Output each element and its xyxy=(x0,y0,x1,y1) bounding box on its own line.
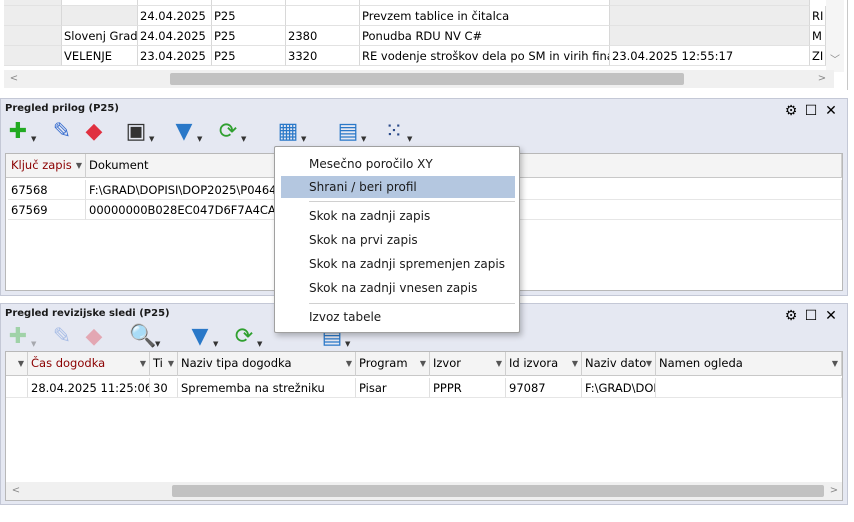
table-row[interactable]: 24.04.2025 P25 Prevzem tablice in čitalc… xyxy=(4,6,844,26)
gear-icon[interactable]: ⚙ xyxy=(781,103,801,119)
top-grid-area: 24.04.2025 P25 Prevzem tablice in čitalc… xyxy=(0,0,848,90)
filter-button[interactable]: ▼ ▼ xyxy=(169,117,205,147)
refresh-button[interactable]: ⟳ ▼ xyxy=(213,117,249,147)
menu-separator xyxy=(309,201,515,202)
top-horizontal-scrollbar[interactable]: < > xyxy=(4,70,834,88)
column-header[interactable]: Id izvora ▼ xyxy=(506,352,582,376)
add-button[interactable]: ✚ ▼ xyxy=(3,117,39,147)
column-header[interactable]: Namen ogleda ▼ xyxy=(656,352,842,376)
menu-separator xyxy=(309,303,515,304)
table-add-icon: ▦ xyxy=(277,119,299,144)
apps-button[interactable]: ⁙ ▼ xyxy=(379,117,415,147)
revizija-horizontal-scrollbar[interactable]: < > xyxy=(6,482,842,500)
table-row[interactable]: VELENJE 23.04.2025 P25 3320 RE vodenje s… xyxy=(4,46,844,66)
add-button[interactable]: ✚ ▼ xyxy=(3,322,39,352)
maximize-icon[interactable]: ☐ xyxy=(801,103,821,119)
refresh-icon: ⟳ xyxy=(234,324,254,349)
revizija-grid: ▼ Čas dogodka ▼ Ti ▼ Naziv tipa dogodka ▼ P… xyxy=(5,351,843,501)
funnel-icon: ▼ xyxy=(175,119,193,144)
plus-icon: ✚ xyxy=(8,324,28,349)
scroll-thumb[interactable] xyxy=(172,485,824,497)
menu-item-skok-vnesen[interactable]: Skok na zadnji vnesen zapis xyxy=(281,277,515,299)
scroll-thumb[interactable] xyxy=(170,73,684,85)
close-icon[interactable]: ✕ xyxy=(821,308,841,324)
context-menu: Mesečno poročilo XY Shrani / beri profil… xyxy=(274,146,520,333)
table-row[interactable]: 28.04.2025 11:25:06 30 Sprememba na stre… xyxy=(6,378,842,398)
document-search-icon: 🔍 xyxy=(129,324,157,349)
column-header[interactable]: Naziv tipa dogodka ▼ xyxy=(178,352,356,376)
funnel-icon: ▼ xyxy=(191,324,209,349)
grid-header: ▼ Čas dogodka ▼ Ti ▼ Naziv tipa dogodka ▼ P… xyxy=(6,352,842,376)
table-row[interactable]: Slovenj Grade 24.04.2025 P25 2380 Ponudb… xyxy=(4,26,844,46)
panel-title: Pregled revizijske sledi (P25) xyxy=(5,308,170,319)
scroll-left-icon[interactable]: < xyxy=(6,70,22,88)
menu-item-izvoz-tabele[interactable]: Izvoz tabele xyxy=(281,306,515,328)
menu-item-mesecno-porocilo[interactable]: Mesečno poročilo XY xyxy=(281,153,515,175)
refresh-button[interactable]: ⟳ ▼ xyxy=(229,322,265,352)
edit-button[interactable]: ✎ xyxy=(47,322,83,352)
scanner-icon: ▣ xyxy=(125,119,147,144)
filter-button[interactable]: ▼ ▼ xyxy=(185,322,221,352)
panel-title: Pregled prilog (P25) xyxy=(5,103,119,114)
column-header[interactable]: Naziv dato ▼ xyxy=(582,352,656,376)
gear-icon[interactable]: ⚙ xyxy=(781,308,801,324)
pencil-icon: ✎ xyxy=(52,324,72,349)
view-button[interactable]: ▤ ▼ xyxy=(333,117,369,147)
menu-item-shrani-profil[interactable]: Shrani / beri profil xyxy=(281,176,515,198)
column-header[interactable]: ▼ xyxy=(6,352,28,376)
dots-icon: ⁙ xyxy=(384,119,404,144)
scroll-right-icon[interactable]: > xyxy=(826,482,842,500)
edit-button[interactable]: ✎ xyxy=(47,117,83,147)
scroll-left-icon[interactable]: < xyxy=(8,482,24,500)
delete-button[interactable]: ◆ xyxy=(79,117,115,147)
panel-controls: ⚙ ☐ ✕ xyxy=(781,308,841,324)
delete-button[interactable]: ◆ xyxy=(79,322,115,352)
revizija-panel: Pregled revizijske sledi (P25) ⚙ ☐ ✕ ✚ ▼ ✎ … xyxy=(0,303,848,505)
top-vertical-scrollbar[interactable]: ﹀ xyxy=(826,0,844,72)
scroll-down-icon[interactable]: ﹀ xyxy=(827,52,843,70)
column-header[interactable]: Čas dogodka ▼ xyxy=(28,352,150,376)
menu-item-skok-spremenjen[interactable]: Skok na zadnji spremenjen zapis xyxy=(281,253,515,275)
close-icon[interactable]: ✕ xyxy=(821,103,841,119)
column-header[interactable]: Ključ zapis ▼ xyxy=(8,154,86,178)
scroll-right-icon[interactable]: > xyxy=(814,70,830,88)
preview-button[interactable]: 🔍 ▼ xyxy=(127,322,163,352)
maximize-icon[interactable]: ☐ xyxy=(801,308,821,324)
pencil-icon: ✎ xyxy=(52,119,72,144)
eraser-icon: ◆ xyxy=(85,119,103,144)
column-header[interactable]: Ti ▼ xyxy=(150,352,178,376)
plus-icon: ✚ xyxy=(8,119,28,144)
menu-item-skok-zadnji[interactable]: Skok na zadnji zapis xyxy=(281,205,515,227)
panel-controls: ⚙ ☐ ✕ xyxy=(781,103,841,119)
column-header[interactable]: Program ▼ xyxy=(356,352,430,376)
grid-icon: ▤ xyxy=(337,119,359,144)
layout-button[interactable]: ▦ ▼ xyxy=(273,117,309,147)
menu-item-skok-prvi[interactable]: Skok na prvi zapis xyxy=(281,229,515,251)
refresh-icon: ⟳ xyxy=(218,119,238,144)
preview-button[interactable]: ▣ ▼ xyxy=(121,117,157,147)
top-grid: 24.04.2025 P25 Prevzem tablice in čitalc… xyxy=(4,0,844,72)
eraser-icon: ◆ xyxy=(85,324,103,349)
column-header[interactable]: Izvor ▼ xyxy=(430,352,506,376)
